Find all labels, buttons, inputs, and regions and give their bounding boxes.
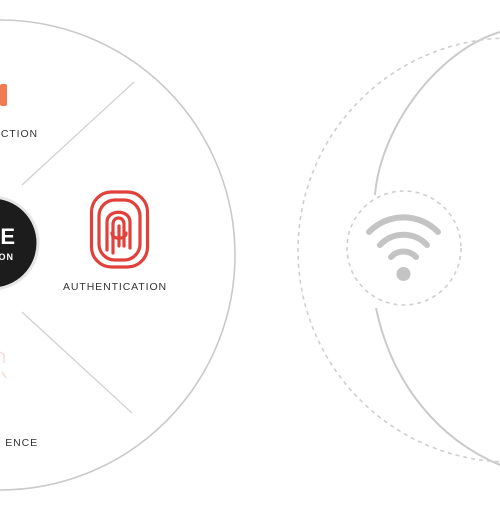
- hub-title: E: [0, 224, 16, 249]
- segment-divider-upper: [21, 81, 135, 186]
- fingerprint-icon: [89, 190, 150, 269]
- connectivity-graphic: [297, 31, 500, 466]
- top-segment-label: ECTION: [0, 128, 38, 140]
- hub-subtitle: ON: [0, 252, 14, 262]
- faded-shape-icon: [0, 351, 7, 379]
- segment-divider-lower: [21, 311, 133, 414]
- diagram-graphics: [0, 19, 500, 491]
- authentication-label: AUTHENTICATION: [63, 281, 167, 293]
- diagram-canvas: E ON ECTION AUTHENTICATION ENCE: [0, 0, 500, 500]
- orange-shape-icon: [0, 84, 7, 106]
- connectivity-outer-arc-lower: [375, 307, 500, 466]
- bottom-segment-label: ENCE: [5, 437, 38, 449]
- connectivity-outer-arc: [374, 31, 500, 196]
- wifi-node-ring: [346, 190, 462, 306]
